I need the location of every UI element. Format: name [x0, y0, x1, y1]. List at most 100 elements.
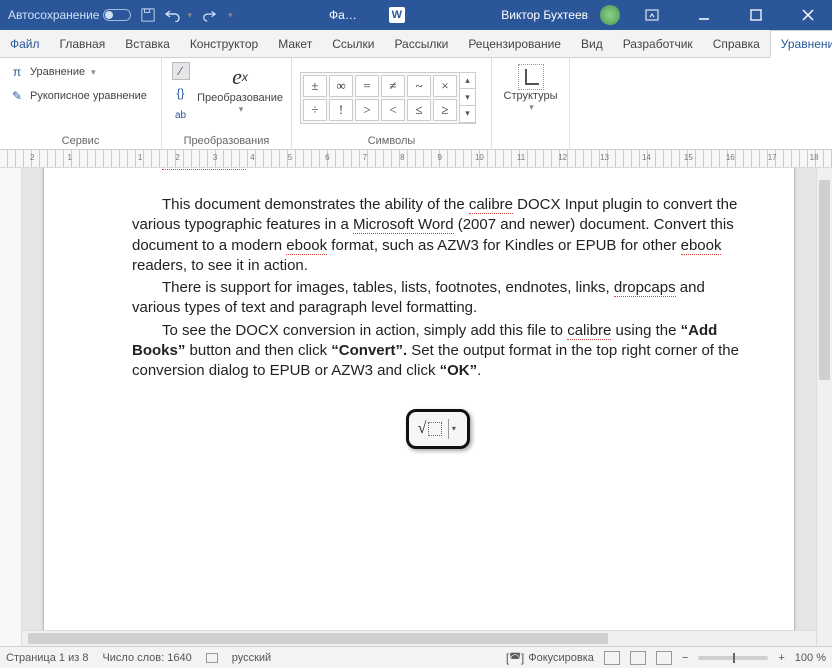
vertical-ruler[interactable] — [0, 168, 22, 646]
status-bar: Страница 1 из 8 Число слов: 1640 русский… — [0, 646, 832, 668]
page-indicator[interactable]: Страница 1 из 8 — [6, 652, 88, 664]
grammar-mark: Microsoft Word — [353, 216, 454, 234]
chevron-down-icon: ▾ — [529, 102, 534, 113]
vertical-scrollbar[interactable] — [816, 168, 832, 646]
read-mode-view-button[interactable] — [630, 651, 646, 665]
symbol-cell[interactable]: ≤ — [407, 99, 431, 121]
close-button[interactable] — [788, 0, 828, 30]
structures-button[interactable]: Структуры ▾ — [500, 62, 561, 113]
symbol-cell[interactable]: × — [433, 75, 457, 97]
ruler-num: 17 — [768, 153, 777, 162]
redo-icon — [202, 8, 216, 22]
ruler-num: 18 — [810, 153, 819, 162]
symbol-cell[interactable]: ÷ — [303, 99, 327, 121]
minimize-button[interactable] — [684, 0, 724, 30]
paragraph[interactable]: To see the DOCX conversion in action, si… — [132, 321, 744, 382]
zoom-in-button[interactable]: + — [778, 652, 784, 664]
symbols-scroll[interactable]: ▴ ▾ ▾ — [460, 72, 476, 124]
chevron-down-icon: ▾ — [91, 67, 96, 78]
tab-review[interactable]: Рецензирование — [458, 30, 571, 57]
symbols-gallery[interactable]: ± ∞ = ≠ ~ × ÷ ! > < ≤ ≥ — [300, 72, 460, 124]
group-tools-label: Сервис — [8, 133, 153, 147]
equation-slot[interactable] — [428, 422, 442, 436]
tab-file[interactable]: Файл — [0, 30, 50, 57]
horizontal-ruler[interactable]: 2 1 1 2 3 4 5 6 7 8 9 10 11 12 13 14 15 … — [0, 150, 832, 168]
equation-placeholder[interactable]: √ ▾ — [406, 409, 470, 449]
equation-menu-button[interactable]: π Уравнение ▾ — [8, 62, 96, 82]
tab-mailings[interactable]: Рассылки — [384, 30, 458, 57]
document-area: This document demonstrates the ability o… — [0, 168, 832, 646]
ex-icon: ex — [223, 62, 257, 92]
tab-developer[interactable]: Разработчик — [613, 30, 703, 57]
tab-view[interactable]: Вид — [571, 30, 613, 57]
symbol-cell[interactable]: = — [355, 75, 379, 97]
tab-references[interactable]: Ссылки — [322, 30, 384, 57]
pi-icon: π — [8, 63, 26, 81]
convert-button[interactable]: ex Преобразование ▾ — [197, 62, 283, 115]
spell-error: ebook — [681, 237, 722, 255]
ink-equation-label: Рукописное уравнение — [30, 90, 147, 102]
document-title: Фа… — [329, 8, 357, 22]
scrollbar-thumb[interactable] — [819, 180, 830, 380]
normal-text-icon[interactable]: ab — [172, 106, 190, 124]
tab-equation[interactable]: Уравнение — [770, 30, 832, 58]
group-structures-label — [500, 145, 561, 147]
autosave-toggle[interactable]: Автосохранение — [8, 8, 131, 22]
redo-button[interactable] — [202, 8, 216, 22]
page[interactable]: This document demonstrates the ability o… — [43, 168, 795, 646]
maximize-button[interactable] — [736, 0, 776, 30]
scroll-up-icon[interactable]: ▴ — [460, 73, 475, 90]
save-button[interactable] — [141, 8, 155, 22]
spell-error: dropcaps — [614, 279, 676, 297]
symbol-cell[interactable]: ± — [303, 75, 327, 97]
symbol-cell[interactable]: ≥ — [433, 99, 457, 121]
tab-insert[interactable]: Вставка — [115, 30, 180, 57]
language-indicator[interactable]: русский — [232, 652, 271, 664]
tab-layout[interactable]: Макет — [268, 30, 322, 57]
ruler-num: 2 — [175, 153, 179, 162]
symbol-cell[interactable]: < — [381, 99, 405, 121]
tab-home[interactable]: Главная — [50, 30, 116, 57]
toggle-off-icon — [103, 9, 131, 21]
ruler-num: 9 — [438, 153, 442, 162]
user-avatar[interactable] — [600, 5, 620, 25]
paragraph[interactable]: This document demonstrates the ability o… — [132, 195, 744, 276]
tab-help[interactable]: Справка — [703, 30, 770, 57]
paragraph[interactable]: There is support for images, tables, lis… — [132, 278, 744, 319]
maximize-icon — [750, 9, 762, 21]
print-layout-view-button[interactable] — [604, 651, 620, 665]
ribbon-tabs: Файл Главная Вставка Конструктор Макет С… — [0, 30, 832, 58]
horizontal-scrollbar[interactable] — [22, 630, 816, 646]
user-name[interactable]: Виктор Бухтеев — [501, 8, 588, 22]
symbol-cell[interactable]: ~ — [407, 75, 431, 97]
gallery-expand-icon[interactable]: ▾ — [460, 106, 475, 123]
linear-format-icon[interactable]: {} — [172, 84, 190, 102]
ink-icon: ✎ — [8, 87, 26, 105]
focus-mode-button[interactable]: [◚]Фокусировка — [506, 651, 594, 665]
professional-format-icon[interactable]: ∕ — [172, 62, 190, 80]
symbol-cell[interactable]: ∞ — [329, 75, 353, 97]
page-scroll[interactable]: This document demonstrates the ability o… — [22, 168, 816, 646]
ruler-num: 1 — [138, 153, 142, 162]
proofing-icon[interactable] — [206, 653, 218, 663]
symbol-cell[interactable]: ! — [329, 99, 353, 121]
equation-options-button[interactable]: ▾ — [448, 419, 458, 439]
chevron-down-icon: ▾ — [239, 104, 244, 115]
web-layout-view-button[interactable] — [656, 651, 672, 665]
ink-equation-button[interactable]: ✎ Рукописное уравнение — [8, 86, 147, 106]
scrollbar-thumb[interactable] — [28, 633, 608, 644]
ruler-num: 10 — [475, 153, 484, 162]
spell-error: calibre — [567, 322, 611, 340]
ribbon-display-button[interactable] — [632, 0, 672, 30]
tab-design[interactable]: Конструктор — [180, 30, 268, 57]
undo-button[interactable]: ▾ — [165, 8, 192, 22]
fraction-icon — [518, 64, 544, 90]
zoom-slider[interactable] — [698, 656, 768, 660]
symbol-cell[interactable]: > — [355, 99, 379, 121]
symbol-cell[interactable]: ≠ — [381, 75, 405, 97]
word-count[interactable]: Число слов: 1640 — [102, 652, 191, 664]
scroll-down-icon[interactable]: ▾ — [460, 89, 475, 106]
ruler-num: 3 — [213, 153, 217, 162]
zoom-level[interactable]: 100 % — [795, 652, 826, 664]
zoom-out-button[interactable]: − — [682, 652, 688, 664]
